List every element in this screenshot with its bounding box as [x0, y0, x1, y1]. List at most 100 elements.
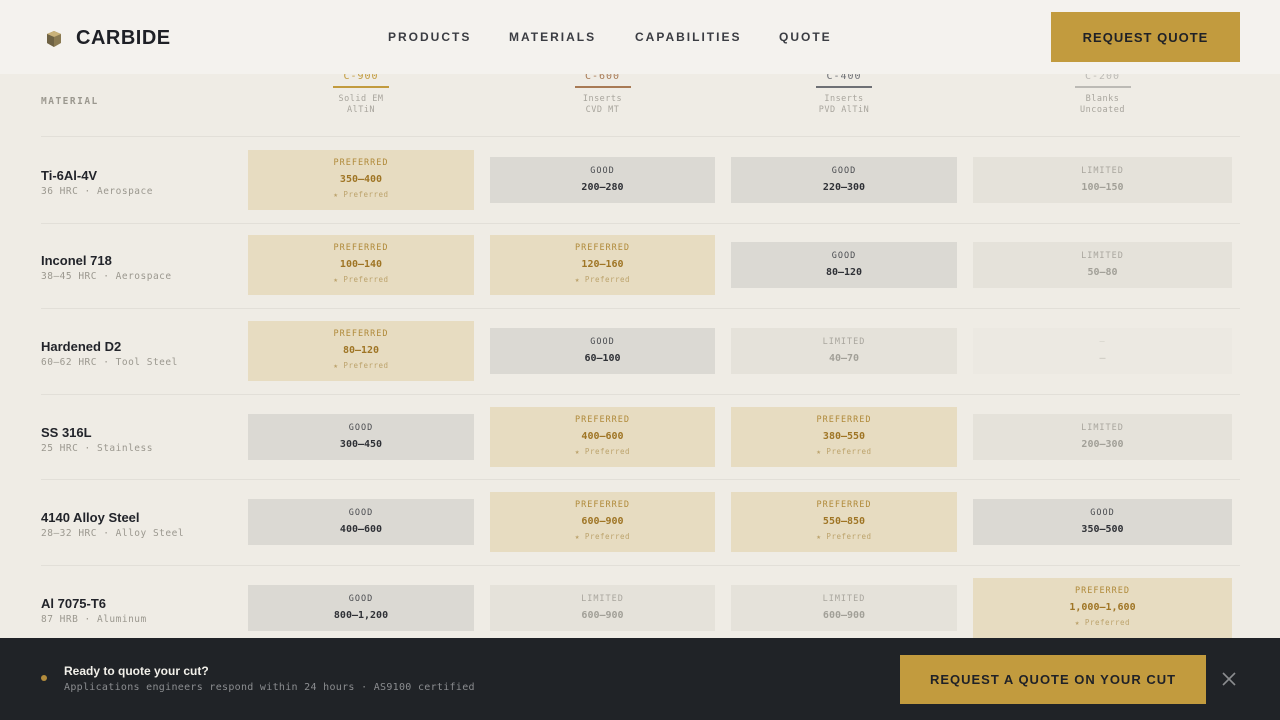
quote-banner: Ready to quote your cut? Applications en… [0, 638, 1280, 720]
row-divider [41, 565, 1240, 566]
tool-code: C-900 [343, 71, 379, 82]
brand-logo[interactable]: CARBIDE [46, 27, 171, 50]
preferred-note: ★ Preferred [816, 446, 872, 456]
tool-coating: AlTiN [346, 105, 376, 115]
tool-color-bar [333, 86, 389, 88]
speed-range: 200–280 [581, 181, 624, 193]
compatibility-cell-lim[interactable]: LIMITED 100–150 [973, 156, 1232, 203]
compatibility-cell-pref[interactable]: PREFERRED 100–140 ★ Preferred [248, 235, 474, 296]
nav-capabilities[interactable]: CAPABILITIES [635, 30, 741, 44]
preferred-note: ★ Preferred [333, 275, 389, 285]
material-name: Ti-6Al-4V [41, 167, 98, 183]
speed-range: 40–70 [828, 353, 860, 364]
rating-label: PREFERRED [816, 414, 872, 425]
tool-color-bar [816, 86, 872, 88]
compatibility-cell-good[interactable]: GOOD 400–600 [248, 499, 474, 546]
tool-color-bar [574, 86, 631, 88]
compatibility-cell-good[interactable]: GOOD 80–120 [731, 242, 957, 289]
speed-range: 380–550 [822, 430, 866, 442]
compatibility-cell-lim[interactable]: LIMITED 50–80 [973, 242, 1232, 289]
preferred-note: ★ Preferred [1074, 617, 1131, 627]
nav-quote[interactable]: QUOTE [779, 30, 832, 44]
preferred-note: ★ Preferred [574, 275, 631, 285]
rating-label: GOOD [831, 251, 857, 262]
compatibility-cell-good[interactable]: GOOD 350–500 [973, 499, 1232, 546]
compatibility-cell-pref[interactable]: PREFERRED 400–600 ★ Preferred [490, 406, 715, 467]
speed-range: 120–160 [581, 259, 624, 271]
compatibility-cell-good[interactable]: GOOD 200–280 [490, 156, 715, 203]
material-spec: 38–45 HRC · Aerospace [41, 271, 172, 283]
compatibility-cell-pref[interactable]: PREFERRED 350–400 ★ Preferred [248, 149, 474, 210]
compatibility-cell-good[interactable]: GOOD 800–1,200 [248, 584, 474, 631]
compatibility-cell-pref[interactable]: PREFERRED 1,000–1,600 ★ Preferred [973, 577, 1232, 638]
speed-range: 220–300 [822, 181, 866, 193]
brand-name: CARBIDE [76, 27, 171, 49]
compatibility-cell-good[interactable]: GOOD 220–300 [731, 156, 957, 203]
rating-label: LIMITED [822, 593, 866, 604]
speed-range: — [1099, 353, 1106, 364]
header-divider [41, 136, 1240, 137]
material-spec: 28–32 HRC · Alloy Steel [41, 528, 185, 540]
compatibility-cell-pref[interactable]: PREFERRED 600–900 ★ Preferred [490, 492, 715, 553]
compatibility-cell-pref[interactable]: PREFERRED 80–120 ★ Preferred [248, 321, 474, 381]
rating-label: PREFERRED [333, 329, 389, 339]
speed-range: 400–600 [339, 524, 383, 536]
compatibility-cell-good[interactable]: GOOD 60–100 [490, 328, 715, 374]
compatibility-cell-lim[interactable]: LIMITED 200–300 [973, 413, 1232, 460]
preferred-note: ★ Preferred [816, 532, 872, 542]
material-name: Inconel 718 [41, 253, 112, 269]
compatibility-cell-pref[interactable]: PREFERRED 380–550 ★ Preferred [731, 406, 957, 467]
rating-label: GOOD [590, 165, 615, 176]
material-name: Hardened D2 [41, 339, 122, 354]
speed-range: 350–400 [339, 173, 383, 185]
speed-range: 800–1,200 [333, 609, 389, 621]
tool-column-header: C-600 Inserts CVD MT [490, 72, 715, 116]
speed-range: 100–140 [339, 259, 383, 271]
compatibility-cell-pref[interactable]: PREFERRED 120–160 ★ Preferred [490, 235, 715, 296]
compatibility-cell-good[interactable]: GOOD 300–450 [248, 413, 474, 460]
compatibility-cell-lim[interactable]: LIMITED 600–900 [490, 584, 715, 631]
tool-column-header: C-900 Solid EM AlTiN [248, 72, 474, 116]
rating-label: GOOD [348, 508, 374, 519]
rating-label: LIMITED [1081, 422, 1124, 433]
rating-label: GOOD [348, 422, 374, 433]
material-name: 4140 Alloy Steel [41, 510, 140, 526]
compatibility-cell-none[interactable]: — — [973, 328, 1232, 374]
tool-type: Inserts [824, 94, 864, 104]
row-divider [41, 479, 1240, 481]
rating-label: PREFERRED [333, 157, 389, 168]
rating-label: GOOD [831, 165, 857, 176]
speed-range: 350–500 [1081, 524, 1124, 536]
rating-label: LIMITED [1081, 251, 1124, 262]
speed-range: 400–600 [581, 430, 624, 442]
speed-range: 600–900 [822, 609, 866, 621]
compatibility-cell-pref[interactable]: PREFERRED 550–850 ★ Preferred [731, 492, 957, 553]
site-header: CARBIDE PRODUCTS MATERIALS CAPABILITIES … [0, 0, 1280, 74]
rating-label: PREFERRED [574, 243, 631, 254]
speed-range: 600–900 [581, 516, 624, 528]
speed-range: 80–120 [342, 345, 380, 356]
rating-label: PREFERRED [333, 243, 389, 254]
tool-coating: CVD MT [585, 105, 620, 115]
request-quote-button[interactable]: REQUEST QUOTE [1051, 12, 1240, 62]
tool-type: Blanks [1085, 94, 1120, 104]
rating-label: PREFERRED [574, 414, 631, 425]
close-icon[interactable] [1221, 671, 1237, 687]
nav-products[interactable]: PRODUCTS [388, 30, 471, 44]
row-divider [41, 222, 1240, 224]
request-quote-on-cut-button[interactable]: REQUEST A QUOTE ON YOUR CUT [900, 655, 1206, 704]
speed-range: 60–100 [584, 353, 621, 364]
compatibility-cell-lim[interactable]: LIMITED 40–70 [731, 328, 957, 374]
compatibility-cell-lim[interactable]: LIMITED 600–900 [731, 584, 957, 631]
rating-label: LIMITED [581, 593, 624, 604]
material-spec: 60–62 HRC · Tool Steel [41, 357, 178, 368]
nav-materials[interactable]: MATERIALS [509, 30, 596, 44]
material-spec: 25 HRC · Stainless [41, 442, 153, 454]
tool-type: Solid EM [338, 94, 384, 104]
tool-column-header: C-200 Blanks Uncoated [973, 72, 1232, 116]
material-spec: 36 HRC · Aerospace [41, 185, 153, 197]
speed-range: 100–150 [1081, 181, 1124, 193]
tool-code: C-600 [584, 71, 621, 82]
rating-label: PREFERRED [816, 500, 872, 511]
tool-type: Inserts [582, 94, 623, 104]
